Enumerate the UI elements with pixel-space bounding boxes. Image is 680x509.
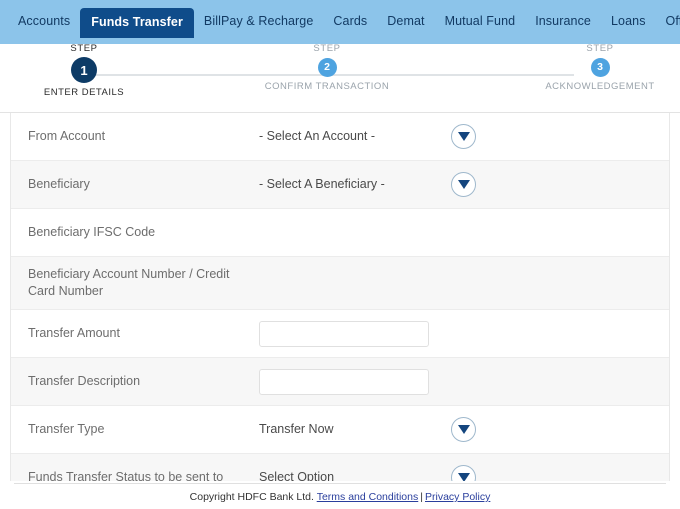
- nav-item-offers[interactable]: Offers: [656, 8, 680, 36]
- transfer-amount-cell: [259, 320, 451, 347]
- table-row: Transfer Amount: [11, 310, 669, 358]
- footer-divider: [14, 483, 666, 484]
- funds-transfer-form: From Account - Select An Account - Benef…: [10, 113, 670, 481]
- nav-item-funds-transfer[interactable]: Funds Transfer: [80, 8, 194, 38]
- step-3-word: STEP: [586, 43, 614, 54]
- transfer-description-label: Transfer Description: [28, 374, 141, 389]
- beneficiary-control: [451, 172, 669, 197]
- step-2-number: 2: [317, 57, 337, 77]
- transfer-type-label: Transfer Type: [28, 422, 105, 437]
- beneficiary-value: - Select A Beneficiary -: [259, 177, 385, 192]
- funds-transfer-page: Accounts Funds Transfer BillPay & Rechar…: [0, 0, 680, 509]
- step-1-word: STEP: [70, 43, 98, 54]
- table-row: Beneficiary Account Number / Credit Card…: [11, 257, 669, 310]
- step-3-number: 3: [590, 57, 610, 77]
- main-navigation: Accounts Funds Transfer BillPay & Rechar…: [0, 0, 680, 44]
- step-1-label: ENTER DETAILS: [43, 87, 125, 99]
- nav-item-mutual-fund[interactable]: Mutual Fund: [435, 8, 526, 36]
- from-account-value: - Select An Account -: [259, 129, 376, 144]
- nav-item-loans[interactable]: Loans: [601, 8, 656, 36]
- funds-transfer-status-label: Funds Transfer Status to be sent to: [28, 470, 224, 481]
- transfer-amount-label: Transfer Amount: [28, 326, 120, 341]
- beneficiary-ifsc-code-label: Beneficiary IFSC Code: [28, 225, 156, 240]
- funds-transfer-status-value: Select Option: [259, 470, 335, 481]
- step-1-number: 1: [71, 57, 97, 84]
- stepper-step-2[interactable]: STEP 2 CONFIRM TRANSACTION: [257, 43, 397, 92]
- from-account-label: From Account: [28, 129, 106, 144]
- step-3-label: ACKNOWLEDGEMENT: [545, 80, 655, 92]
- footer-separator: |: [420, 491, 423, 503]
- transfer-description-input[interactable]: [259, 368, 429, 395]
- table-row: Beneficiary IFSC Code: [11, 209, 669, 257]
- from-account-control: [451, 124, 669, 149]
- transaction-stepper: STEP 1 ENTER DETAILS STEP 2 CONFIRM TRAN…: [0, 43, 680, 113]
- terms-and-conditions-link[interactable]: Terms and Conditions: [317, 491, 419, 503]
- transfer-type-dropdown-icon[interactable]: [451, 417, 476, 442]
- table-row: Beneficiary - Select A Beneficiary -: [11, 161, 669, 209]
- table-row: From Account - Select An Account -: [11, 113, 669, 161]
- table-row: Funds Transfer Status to be sent to Sele…: [11, 454, 669, 481]
- stepper-step-3[interactable]: STEP 3 ACKNOWLEDGEMENT: [530, 43, 670, 92]
- transfer-type-value: Transfer Now: [259, 422, 334, 437]
- footer-copyright: Copyright HDFC Bank Ltd.: [189, 491, 314, 503]
- nav-item-demat[interactable]: Demat: [377, 8, 434, 36]
- transfer-type-control: [451, 417, 669, 442]
- beneficiary-account-number-label: Beneficiary Account Number / Credit Card…: [28, 267, 230, 298]
- privacy-policy-link[interactable]: Privacy Policy: [425, 491, 490, 503]
- beneficiary-label: Beneficiary: [28, 177, 90, 192]
- nav-item-billpay-recharge[interactable]: BillPay & Recharge: [194, 8, 324, 36]
- beneficiary-dropdown-icon[interactable]: [451, 172, 476, 197]
- step-2-word: STEP: [313, 43, 341, 54]
- page-footer: Copyright HDFC Bank Ltd. Terms and Condi…: [0, 483, 680, 509]
- table-row: Transfer Description: [11, 358, 669, 406]
- step-2-label: CONFIRM TRANSACTION: [264, 80, 390, 92]
- funds-transfer-status-dropdown-icon[interactable]: [451, 465, 476, 481]
- transfer-amount-input[interactable]: [259, 320, 429, 347]
- stepper-step-1[interactable]: STEP 1 ENTER DETAILS: [14, 43, 154, 99]
- nav-item-cards[interactable]: Cards: [323, 8, 377, 36]
- table-row: Transfer Type Transfer Now: [11, 406, 669, 454]
- transfer-description-cell: [259, 368, 451, 395]
- funds-transfer-status-control: [451, 465, 669, 481]
- nav-item-accounts[interactable]: Accounts: [8, 8, 80, 36]
- from-account-dropdown-icon[interactable]: [451, 124, 476, 149]
- footer-text: Copyright HDFC Bank Ltd. Terms and Condi…: [0, 483, 680, 504]
- nav-item-insurance[interactable]: Insurance: [525, 8, 601, 36]
